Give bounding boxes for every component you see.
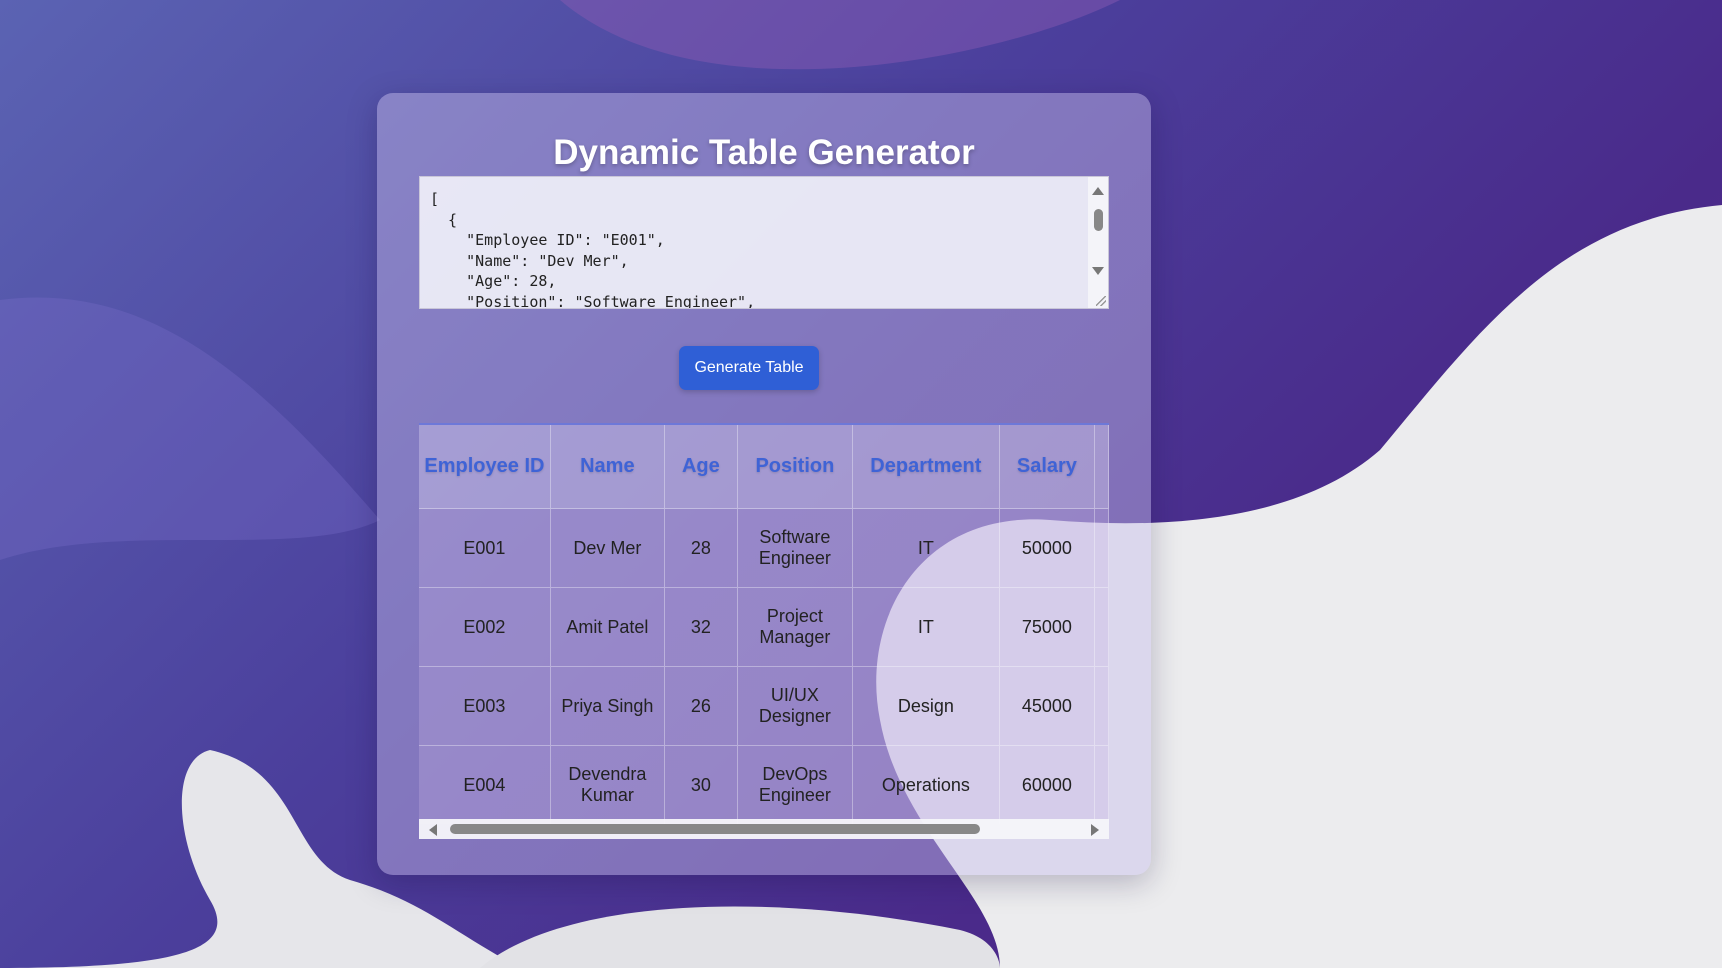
- table-cell-spacer: [1094, 587, 1109, 667]
- table-header-row: Employee ID Name Age Position Department…: [419, 425, 1109, 509]
- table-cell: E004: [419, 745, 551, 824]
- table-cell-spacer: [1094, 666, 1109, 746]
- json-scroll-thumb[interactable]: [1094, 209, 1103, 231]
- table-cell: 45000: [999, 666, 1095, 746]
- column-header: Salary: [999, 425, 1095, 509]
- table-scroll-thumb[interactable]: [450, 824, 980, 834]
- table-horizontal-scrollbar[interactable]: [419, 819, 1109, 839]
- column-header: Employee ID: [419, 425, 551, 509]
- table-cell: E003: [419, 666, 551, 746]
- table-cell: 75000: [999, 587, 1095, 667]
- scroll-right-icon[interactable]: [1091, 824, 1099, 836]
- column-header-spacer: [1094, 425, 1109, 509]
- table-cell: Amit Patel: [550, 587, 665, 667]
- table-row: E003 Priya Singh 26 UI/UX Designer Desig…: [419, 666, 1109, 746]
- table-cell: 50000: [999, 508, 1095, 588]
- table-cell: Devendra Kumar: [550, 745, 665, 824]
- background-white-bottom-mid: [480, 906, 1000, 968]
- column-header: Department: [852, 425, 1000, 509]
- table-cell: 26: [664, 666, 738, 746]
- table-cell: DevOps Engineer: [737, 745, 853, 824]
- resize-grip-icon[interactable]: [1096, 296, 1106, 306]
- table-cell-spacer: [1094, 745, 1109, 824]
- page-title: Dynamic Table Generator: [553, 133, 975, 172]
- column-header: Position: [737, 425, 853, 509]
- table-cell-spacer: [1094, 508, 1109, 588]
- background-blob-top: [560, 0, 1120, 70]
- json-input-text[interactable]: [ { "Employee ID": "E001", "Name": "Dev …: [430, 189, 1084, 308]
- table-cell: 60000: [999, 745, 1095, 824]
- table-cell: Dev Mer: [550, 508, 665, 588]
- table-cell: Software Engineer: [737, 508, 853, 588]
- table-row: E004 Devendra Kumar 30 DevOps Engineer O…: [419, 745, 1109, 824]
- json-vertical-scrollbar[interactable]: [1088, 177, 1108, 308]
- table-cell: IT: [852, 587, 1000, 667]
- table-row: E001 Dev Mer 28 Software Engineer IT 500…: [419, 508, 1109, 588]
- table-cell: Operations: [852, 745, 1000, 824]
- employee-table: Employee ID Name Age Position Department…: [419, 425, 1109, 824]
- table-cell: UI/UX Designer: [737, 666, 853, 746]
- table-cell: IT: [852, 508, 1000, 588]
- table-cell: 30: [664, 745, 738, 824]
- table-cell: E001: [419, 508, 551, 588]
- json-input-textarea[interactable]: [ { "Employee ID": "E001", "Name": "Dev …: [419, 176, 1109, 309]
- scroll-up-icon[interactable]: [1092, 187, 1104, 195]
- table-row: E002 Amit Patel 32 Project Manager IT 75…: [419, 587, 1109, 667]
- generator-card: Dynamic Table Generator [ { "Employee ID…: [377, 93, 1151, 875]
- generate-table-button[interactable]: Generate Table: [679, 346, 819, 390]
- table-cell: Project Manager: [737, 587, 853, 667]
- column-header: Age: [664, 425, 738, 509]
- scroll-down-icon[interactable]: [1092, 267, 1104, 275]
- table-cell: 28: [664, 508, 738, 588]
- table-container: Employee ID Name Age Position Department…: [419, 423, 1109, 839]
- table-cell: 32: [664, 587, 738, 667]
- table-cell: Priya Singh: [550, 666, 665, 746]
- background-blob-left: [0, 297, 380, 560]
- scroll-left-icon[interactable]: [429, 824, 437, 836]
- table-cell: Design: [852, 666, 1000, 746]
- table-cell: E002: [419, 587, 551, 667]
- column-header: Name: [550, 425, 665, 509]
